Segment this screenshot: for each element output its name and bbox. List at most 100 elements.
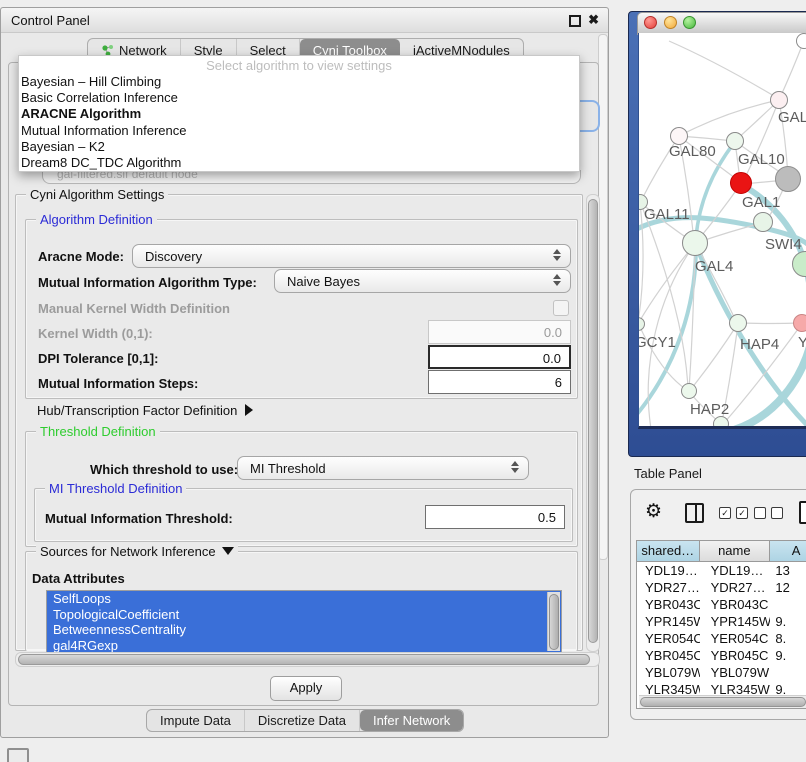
- bottom-tab[interactable]: Impute Data: [147, 710, 245, 731]
- list-scrollbar[interactable]: [547, 592, 560, 651]
- desktop: Control Panel ✖ Network: [0, 0, 806, 762]
- network-node[interactable]: [730, 172, 752, 194]
- table-header: shared… name A: [637, 541, 806, 562]
- network-canvas[interactable]: GAL GAL80 GAL10 GAL1 GAL11 SWI4 GAL4 GCY…: [638, 33, 806, 429]
- data-attribute-item[interactable]: TopologicalCoefficient: [47, 607, 561, 623]
- gear-icon[interactable]: ⚙: [645, 500, 662, 523]
- which-threshold-label: Which threshold to use:: [90, 462, 238, 477]
- network-node-label: HAP4: [740, 336, 779, 353]
- close-traffic-light-icon[interactable]: [644, 16, 657, 29]
- minimize-traffic-light-icon[interactable]: [664, 16, 677, 29]
- table-row[interactable]: YPR145W YPR145W 9.: [637, 613, 806, 630]
- minimized-panel-button[interactable]: [7, 748, 29, 762]
- algorithm-option[interactable]: Bayesian – Hill Climbing: [19, 74, 579, 90]
- settings-vertical-scrollbar[interactable]: [586, 194, 600, 652]
- network-node[interactable]: [681, 383, 697, 399]
- network-node[interactable]: [726, 132, 744, 150]
- checked-pair-icon[interactable]: ✓✓: [719, 507, 748, 519]
- algorithm-option[interactable]: Mutual Information Inference: [19, 123, 579, 139]
- bottom-tab[interactable]: Discretize Data: [245, 710, 360, 731]
- which-threshold-value: MI Threshold: [250, 461, 326, 476]
- cell-shared-name: YLR345W: [637, 681, 700, 696]
- algorithm-option[interactable]: Basic Correlation Inference: [19, 90, 579, 106]
- table-rows: YDL19… YDL19… 13 YDR27… YDR27… 12 YBR043…: [637, 562, 806, 696]
- cell-name: YER054C: [700, 630, 771, 647]
- sources-group: Sources for Network Inference Data Attri…: [25, 551, 578, 651]
- apply-button[interactable]: Apply: [270, 676, 342, 701]
- cell-value: 12: [770, 579, 806, 596]
- network-node[interactable]: [796, 33, 806, 49]
- control-panel-title: Control Panel: [11, 13, 90, 28]
- sources-title: Sources for Network Inference: [40, 544, 216, 559]
- mi-steps-field[interactable]: 6: [428, 370, 571, 394]
- table-row[interactable]: YER054C YER054C 8.: [637, 630, 806, 647]
- algorithm-option[interactable]: Bayesian – K2: [19, 139, 579, 155]
- network-node[interactable]: [729, 314, 747, 332]
- network-window-titlebar[interactable]: [637, 12, 806, 35]
- table-row[interactable]: YBR045C YBR045C 9.: [637, 647, 806, 664]
- table-panel-window: ⚙ ✓✓ shared… name A YDL19…: [630, 489, 806, 720]
- network-node[interactable]: [753, 212, 773, 232]
- zoom-traffic-light-icon[interactable]: [683, 16, 696, 29]
- data-attribute-item[interactable]: gal4RGexp: [47, 638, 561, 654]
- network-node[interactable]: [775, 166, 801, 192]
- network-node-label: HAP2: [690, 401, 729, 418]
- table-row[interactable]: YBR043C YBR043C: [637, 596, 806, 613]
- dpi-tolerance-field[interactable]: 0.0: [428, 345, 571, 369]
- bottom-tab[interactable]: Infer Network: [360, 710, 463, 731]
- algorithm-option-list: Bayesian – Hill Climbing Basic Correlati…: [19, 74, 579, 171]
- close-icon[interactable]: ✖: [588, 12, 599, 28]
- table-row[interactable]: YLR345W YLR345W 9.: [637, 681, 806, 696]
- network-node[interactable]: [770, 91, 788, 109]
- network-node[interactable]: [793, 314, 806, 332]
- which-threshold-combobox[interactable]: MI Threshold: [237, 456, 529, 480]
- algorithm-definition-group: Algorithm Definition Aracne Mode: Discov…: [25, 219, 578, 399]
- column-header[interactable]: A: [770, 541, 806, 561]
- network-data-combobox[interactable]: gal-filtered.sif default node: [42, 170, 581, 184]
- cell-name: YDR27…: [700, 579, 771, 596]
- data-attribute-item[interactable]: BetweennessCentrality: [47, 622, 561, 638]
- network-node[interactable]: [682, 230, 708, 256]
- mi-type-value: Naive Bayes: [287, 274, 360, 289]
- hub-definition-toggle[interactable]: Hub/Transcription Factor Definition: [37, 403, 253, 418]
- float-icon[interactable]: [569, 15, 581, 27]
- algorithm-option[interactable]: ARACNE Algorithm: [19, 106, 579, 122]
- network-node-label: GAL10: [738, 151, 785, 168]
- table-row[interactable]: YDL19… YDL19… 13: [637, 562, 806, 579]
- split-columns-icon[interactable]: [685, 503, 704, 523]
- table-row[interactable]: YBL079W YBL079W: [637, 664, 806, 681]
- network-node-label: GAL80: [669, 143, 716, 160]
- mi-threshold-field[interactable]: 0.5: [425, 505, 565, 529]
- tab-label: Discretize Data: [258, 713, 346, 728]
- aracne-mode-combobox[interactable]: Discovery: [132, 244, 571, 268]
- control-panel-titlebar: Control Panel ✖: [1, 8, 608, 33]
- sources-toggle[interactable]: Sources for Network Inference: [36, 544, 238, 559]
- cell-name: YPR145W: [700, 613, 771, 630]
- column-header[interactable]: shared…: [637, 541, 700, 561]
- algorithm-dropdown-popup: Select algorithm to view settings Bayesi…: [18, 55, 580, 172]
- expanded-arrow-icon: [222, 547, 234, 555]
- page-icon[interactable]: [799, 501, 806, 524]
- collapsed-arrow-icon: [245, 404, 253, 416]
- cell-shared-name: YDR27…: [637, 579, 700, 596]
- data-attributes-list: SelfLoops TopologicalCoefficient Between…: [46, 590, 562, 653]
- data-attributes-label: Data Attributes: [32, 571, 125, 586]
- kernel-width-field[interactable]: 0.0: [428, 320, 571, 344]
- table-panel-title: Table Panel: [634, 466, 702, 481]
- table-horizontal-scrollbar[interactable]: [639, 695, 806, 708]
- manual-kernel-checkbox[interactable]: [553, 300, 569, 316]
- table-row[interactable]: YDR27… YDR27… 12: [637, 579, 806, 596]
- settings-horizontal-scrollbar[interactable]: [15, 652, 600, 667]
- network-node-label: GAL4: [695, 258, 733, 275]
- manual-kernel-label: Manual Kernel Width Definition: [38, 301, 230, 316]
- cell-name: YBL079W: [700, 664, 771, 681]
- data-attribute-item[interactable]: SelfLoops: [47, 591, 561, 607]
- mi-type-combobox[interactable]: Naive Bayes: [274, 269, 571, 293]
- cyni-algorithm-settings-group: Cyni Algorithm Settings Algorithm Defini…: [15, 194, 583, 651]
- algorithm-option[interactable]: Dream8 DC_TDC Algorithm: [19, 155, 579, 171]
- column-header[interactable]: name: [700, 541, 771, 561]
- combobox-arrows-icon: [553, 249, 561, 261]
- cell-name: YLR345W: [700, 681, 771, 696]
- cell-shared-name: YBR045C: [637, 647, 700, 664]
- unchecked-pair-icon[interactable]: [754, 507, 783, 519]
